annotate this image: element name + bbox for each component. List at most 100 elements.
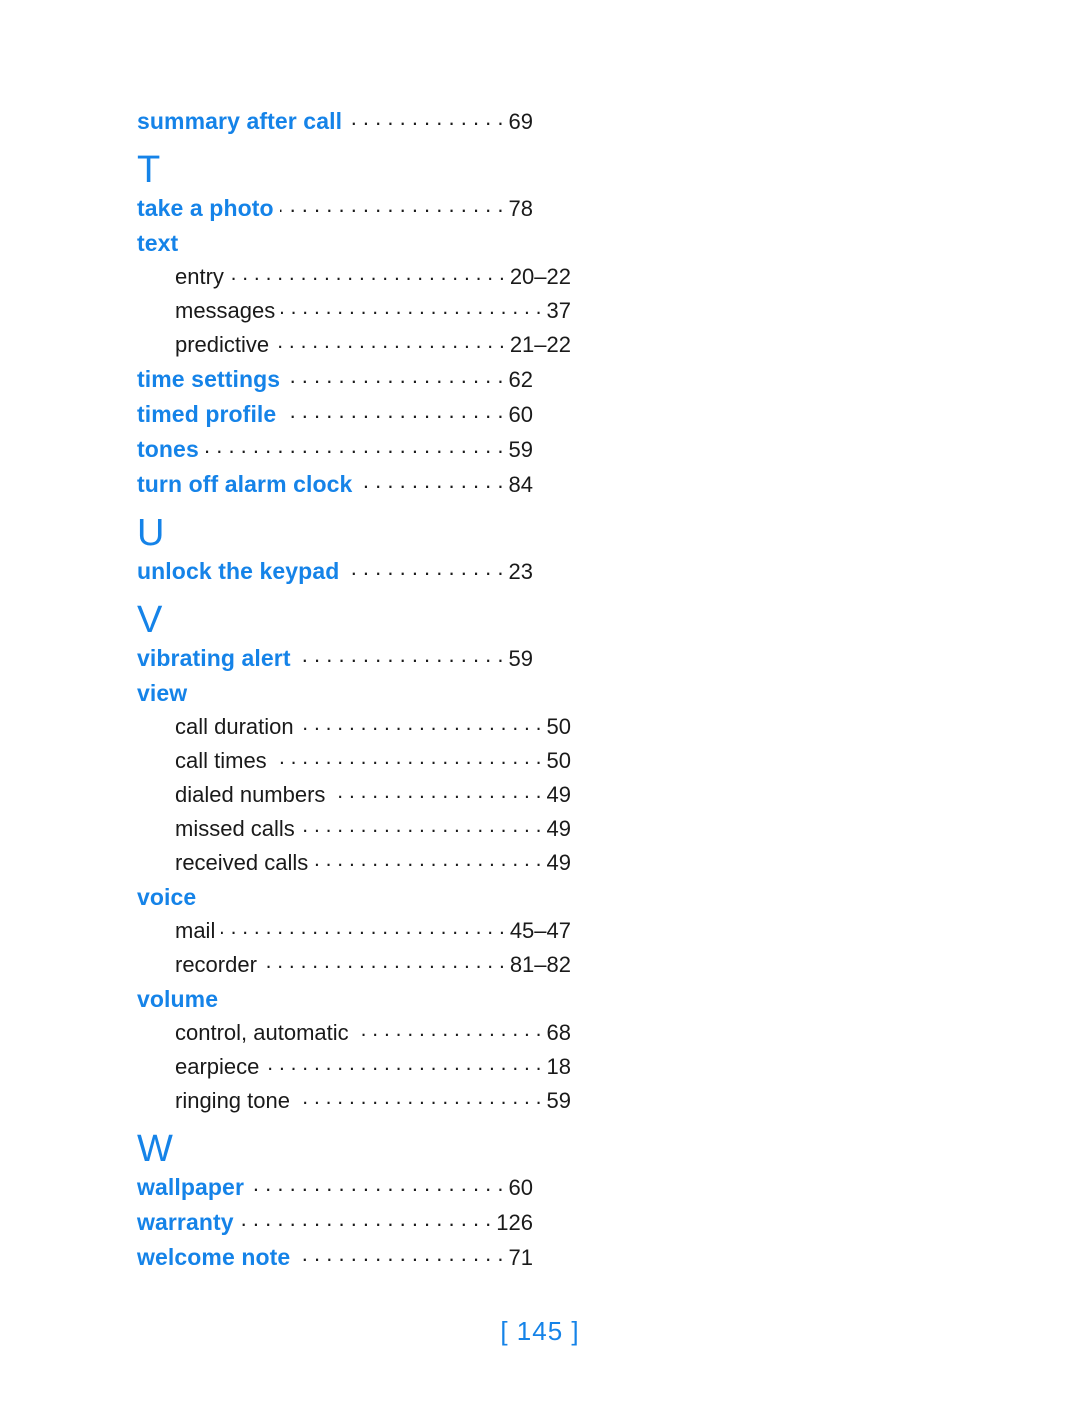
index-entry[interactable]: messages 37 — [137, 294, 571, 328]
dot-leader — [280, 200, 504, 216]
index-entry[interactable]: ringing tone 59 — [137, 1084, 571, 1118]
section-letter-u: U — [137, 512, 165, 554]
index-entry[interactable]: predictive 21–22 — [137, 328, 571, 362]
index-entry-page-number: 84 — [508, 472, 533, 497]
index-entry[interactable]: unlock the keypad 23 — [137, 554, 533, 589]
dot-leader — [331, 786, 541, 802]
dot-leader — [358, 476, 503, 492]
index-entry[interactable]: take a photo 78 — [137, 191, 533, 226]
dot-leader — [230, 268, 505, 284]
dot-leader — [221, 922, 504, 938]
index-entry-page-number: 50 — [546, 714, 571, 739]
index-entry-label: call duration — [175, 714, 294, 739]
index-entry[interactable]: warranty 126 — [137, 1205, 533, 1240]
index-entry-list: summary after call 69 Ttake a photo 78 text e… — [137, 104, 571, 1275]
section-letter-t: T — [137, 149, 161, 191]
index-entry[interactable]: entry 20–22 — [137, 260, 571, 294]
index-entry[interactable]: missed calls 49 — [137, 812, 571, 846]
section-letter-v: V — [137, 599, 163, 641]
index-entry-label: timed profile — [137, 401, 277, 427]
index-entry[interactable]: timed profile 60 — [137, 397, 533, 432]
index-group-heading: view — [137, 680, 188, 706]
index-entry-page-number: 78 — [508, 196, 533, 221]
index-entry-page-number: 20–22 — [509, 264, 571, 289]
dot-leader — [296, 1249, 503, 1265]
index-entry-page-number: 59 — [508, 437, 533, 462]
dot-leader — [250, 1179, 504, 1195]
index-group-heading: text — [137, 230, 179, 256]
index-entry[interactable]: welcome note 71 — [137, 1240, 533, 1275]
index-entry-label: turn off alarm clock — [137, 471, 353, 497]
index-entry-label: received calls — [175, 850, 309, 875]
index-entry-page-number: 59 — [508, 646, 533, 671]
index-entry-label: earpiece — [175, 1054, 260, 1079]
index-entry[interactable]: received calls 49 — [137, 846, 571, 880]
dot-leader — [273, 752, 542, 768]
index-entry[interactable]: dialed numbers 49 — [137, 778, 571, 812]
index-entry[interactable]: summary after call 69 — [137, 104, 533, 139]
index-entry[interactable]: vibrating alert 59 — [137, 641, 533, 676]
index-entry-page-number: 62 — [508, 367, 533, 392]
dot-leader — [205, 441, 504, 457]
index-entry-label: entry — [175, 264, 224, 289]
index-entry-label: warranty — [137, 1209, 234, 1235]
index-entry-label: welcome note — [137, 1244, 291, 1270]
dot-leader — [281, 302, 541, 318]
dot-leader — [282, 406, 503, 422]
dot-leader — [296, 1092, 542, 1108]
index-entry[interactable]: recorder 81–82 — [137, 948, 571, 982]
index-entry-page-number: 68 — [546, 1020, 571, 1045]
index-entry-page-number: 23 — [508, 559, 533, 584]
index-entry-page-number: 126 — [496, 1210, 533, 1235]
dot-leader — [314, 854, 541, 870]
index-entry-label: call times — [175, 748, 267, 773]
index-entry-label: control, automatic — [175, 1020, 349, 1045]
dot-leader — [275, 336, 505, 352]
index-group-heading: voice — [137, 884, 197, 910]
index-entry[interactable]: wallpaper 60 — [137, 1170, 533, 1205]
dot-leader — [297, 650, 504, 666]
dot-leader — [301, 820, 542, 836]
index-entry-page-number: 21–22 — [509, 332, 571, 357]
index-entry-page-number: 49 — [546, 816, 571, 841]
index-entry[interactable]: earpiece 18 — [137, 1050, 571, 1084]
index-entry-label: dialed numbers — [175, 782, 326, 807]
index-entry-label: vibrating alert — [137, 645, 291, 671]
index-entry-label: predictive — [175, 332, 270, 357]
section-letter-w: W — [137, 1128, 174, 1170]
index-entry-page-number: 60 — [508, 1175, 533, 1200]
index-entry[interactable]: turn off alarm clock 84 — [137, 467, 533, 502]
index-entry-label: tones — [137, 436, 199, 462]
index-entry-label: summary after call — [137, 108, 343, 134]
dot-leader — [355, 1024, 542, 1040]
dot-leader — [345, 563, 503, 579]
index-entry-label: missed calls — [175, 816, 295, 841]
index-entry-page-number: 69 — [508, 109, 533, 134]
dot-leader — [300, 718, 542, 734]
index-entry-label: messages — [175, 298, 276, 323]
index-entry-page-number: 37 — [546, 298, 571, 323]
index-entry[interactable]: control, automatic 68 — [137, 1016, 571, 1050]
dot-leader — [348, 113, 503, 129]
index-entry[interactable]: mail 45–47 — [137, 914, 571, 948]
dot-leader — [240, 1214, 492, 1230]
index-entry-page-number: 59 — [546, 1088, 571, 1113]
dot-leader — [265, 1058, 541, 1074]
index-entry-label: recorder — [175, 952, 257, 977]
index-entry[interactable]: call duration 50 — [137, 710, 571, 744]
index-entry-page-number: 45–47 — [509, 918, 571, 943]
index-entry-label: ringing tone — [175, 1088, 290, 1113]
index-entry-page-number: 60 — [508, 402, 533, 427]
index-entry-label: mail — [175, 918, 216, 943]
index-entry-page-number: 81–82 — [509, 952, 571, 977]
index-group-heading: volume — [137, 986, 219, 1012]
index-entry[interactable]: tones 59 — [137, 432, 533, 467]
index-entry-label: take a photo — [137, 195, 274, 221]
dot-leader — [286, 371, 503, 387]
dot-leader — [263, 956, 505, 972]
index-entry[interactable]: call times 50 — [137, 744, 571, 778]
index-entry-page-number: 71 — [508, 1245, 533, 1270]
index-entry-label: time settings — [137, 366, 281, 392]
index-entry-page-number: 50 — [546, 748, 571, 773]
index-entry[interactable]: time settings 62 — [137, 362, 533, 397]
